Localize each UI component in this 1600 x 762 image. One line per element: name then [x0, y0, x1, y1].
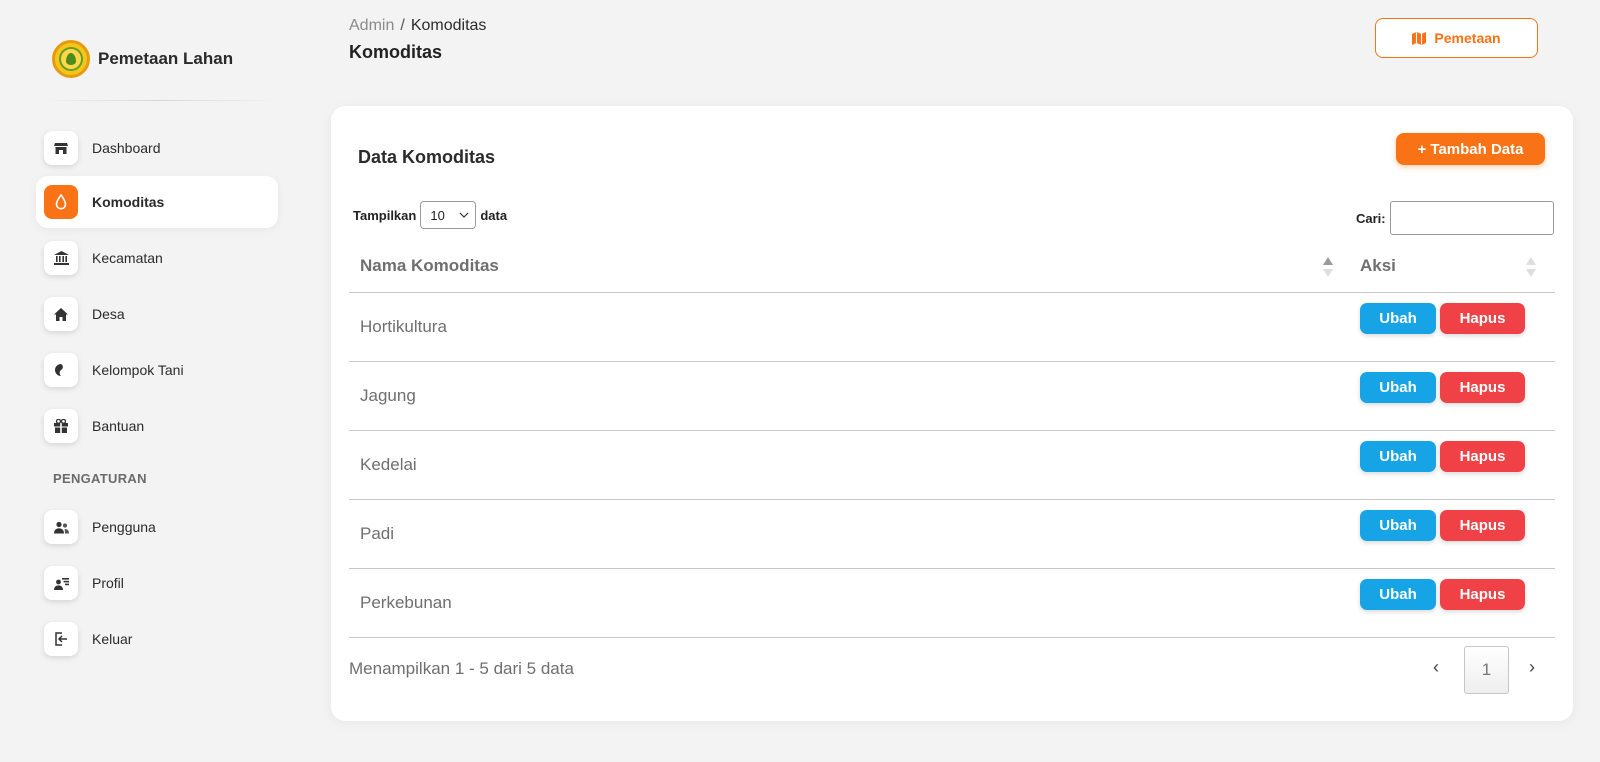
brand-divider	[40, 100, 278, 101]
page-title: Komoditas	[349, 42, 443, 62]
institution-icon	[44, 241, 78, 275]
pagination-next[interactable]: ›	[1522, 652, 1542, 682]
logout-icon	[44, 622, 78, 656]
sort-icon[interactable]	[1525, 255, 1537, 279]
breadcrumb-separator: /	[400, 17, 405, 34]
sort-icon[interactable]	[1322, 255, 1334, 279]
komoditas-name: Kedelai	[360, 455, 417, 474]
table-row: Padi Ubah Hapus	[349, 500, 1555, 569]
sidebar-item-kecamatan[interactable]: Kecamatan	[36, 232, 278, 284]
sidebar-item-komoditas[interactable]: Komoditas	[36, 176, 278, 228]
table-info: Menampilkan 1 - 5 dari 5 data	[349, 659, 574, 678]
delete-button[interactable]: Hapus	[1440, 372, 1525, 403]
search-label: Cari:	[1356, 210, 1386, 226]
edit-button[interactable]: Ubah	[1360, 579, 1436, 610]
sidebar-item-label: Profil	[92, 575, 124, 591]
sidebar-item-dashboard[interactable]: Dashboard	[36, 122, 278, 174]
search-input[interactable]	[1389, 201, 1554, 235]
sidebar-item-label: Keluar	[92, 631, 133, 647]
page-length-value: 10	[430, 207, 445, 223]
column-header-aksi[interactable]: Aksi	[1360, 256, 1396, 276]
komoditas-name: Perkebunan	[360, 593, 452, 612]
pemetaan-button-label: Pemetaan	[1434, 30, 1501, 46]
page-length-prefix: Tampilkan	[353, 207, 417, 223]
sidebar-item-keluar[interactable]: Keluar	[36, 613, 278, 665]
sidebar-item-label: Komoditas	[92, 194, 165, 210]
delete-button[interactable]: Hapus	[1440, 579, 1525, 610]
komoditas-name: Jagung	[360, 386, 416, 405]
pagination-prev[interactable]: ‹	[1426, 652, 1446, 682]
agri-emblem-icon	[52, 40, 90, 78]
add-data-button[interactable]: + Tambah Data	[1396, 133, 1545, 165]
pemetaan-button[interactable]: Pemetaan	[1375, 18, 1538, 58]
sidebar-item-label: Bantuan	[92, 418, 145, 434]
table-row: Perkebunan Ubah Hapus	[349, 569, 1555, 638]
sidebar-item-pengguna[interactable]: Pengguna	[36, 501, 278, 553]
sidebar-item-kelompok-tani[interactable]: Kelompok Tani	[36, 344, 278, 396]
delete-button[interactable]: Hapus	[1440, 510, 1525, 541]
table-header: Nama Komoditas Aksi	[349, 245, 1555, 293]
table-row: Kedelai Ubah Hapus	[349, 431, 1555, 500]
delete-button[interactable]: Hapus	[1440, 441, 1525, 472]
page-length-select[interactable]: 10	[420, 201, 477, 229]
table-row: Jagung Ubah Hapus	[349, 362, 1555, 431]
gift-icon	[44, 409, 78, 443]
card-title: Data Komoditas	[358, 147, 496, 167]
page-length-suffix: data	[480, 207, 508, 223]
chevron-down-icon	[459, 208, 469, 223]
sidebar-item-label: Pengguna	[92, 519, 156, 535]
komoditas-name: Hortikultura	[360, 317, 447, 336]
page-length-control: Tampilkan 10 data	[353, 201, 507, 229]
users-icon	[44, 510, 78, 544]
store-icon	[44, 131, 78, 165]
brand-name: Pemetaan Lahan	[98, 49, 234, 68]
sidebar-item-bantuan[interactable]: Bantuan	[36, 400, 278, 452]
map-icon	[1412, 31, 1427, 45]
sidebar: Pemetaan Lahan Dashboard Komoditas Kecam…	[0, 0, 290, 762]
edit-button[interactable]: Ubah	[1360, 372, 1436, 403]
breadcrumb-current: Komoditas	[410, 17, 487, 34]
sidebar-item-label: Kelompok Tani	[92, 362, 184, 378]
komoditas-name: Padi	[360, 524, 395, 543]
search-control: Cari:	[1356, 201, 1554, 235]
edit-button[interactable]: Ubah	[1360, 303, 1436, 334]
sidebar-item-label: Dashboard	[92, 140, 161, 156]
section-label-settings: PENGATURAN	[53, 471, 147, 486]
data-card: Data Komoditas + Tambah Data Tampilkan 1…	[331, 106, 1573, 721]
sidebar-item-profil[interactable]: Profil	[36, 557, 278, 609]
sidebar-item-label: Kecamatan	[92, 250, 163, 266]
sidebar-item-label: Desa	[92, 306, 125, 322]
brand[interactable]: Pemetaan Lahan	[52, 40, 233, 78]
home-icon	[44, 297, 78, 331]
sidebar-item-desa[interactable]: Desa	[36, 288, 278, 340]
breadcrumb-root[interactable]: Admin	[349, 17, 394, 34]
profile-icon	[44, 566, 78, 600]
pagination-page[interactable]: 1	[1464, 646, 1509, 694]
table-row: Hortikultura Ubah Hapus	[349, 293, 1555, 362]
delete-button[interactable]: Hapus	[1440, 303, 1525, 334]
droplet-icon	[44, 185, 78, 219]
edit-button[interactable]: Ubah	[1360, 441, 1436, 472]
column-header-nama-komoditas[interactable]: Nama Komoditas	[360, 256, 499, 276]
edit-button[interactable]: Ubah	[1360, 510, 1436, 541]
breadcrumb: Admin / Komoditas	[349, 17, 486, 35]
seed-icon	[44, 353, 78, 387]
